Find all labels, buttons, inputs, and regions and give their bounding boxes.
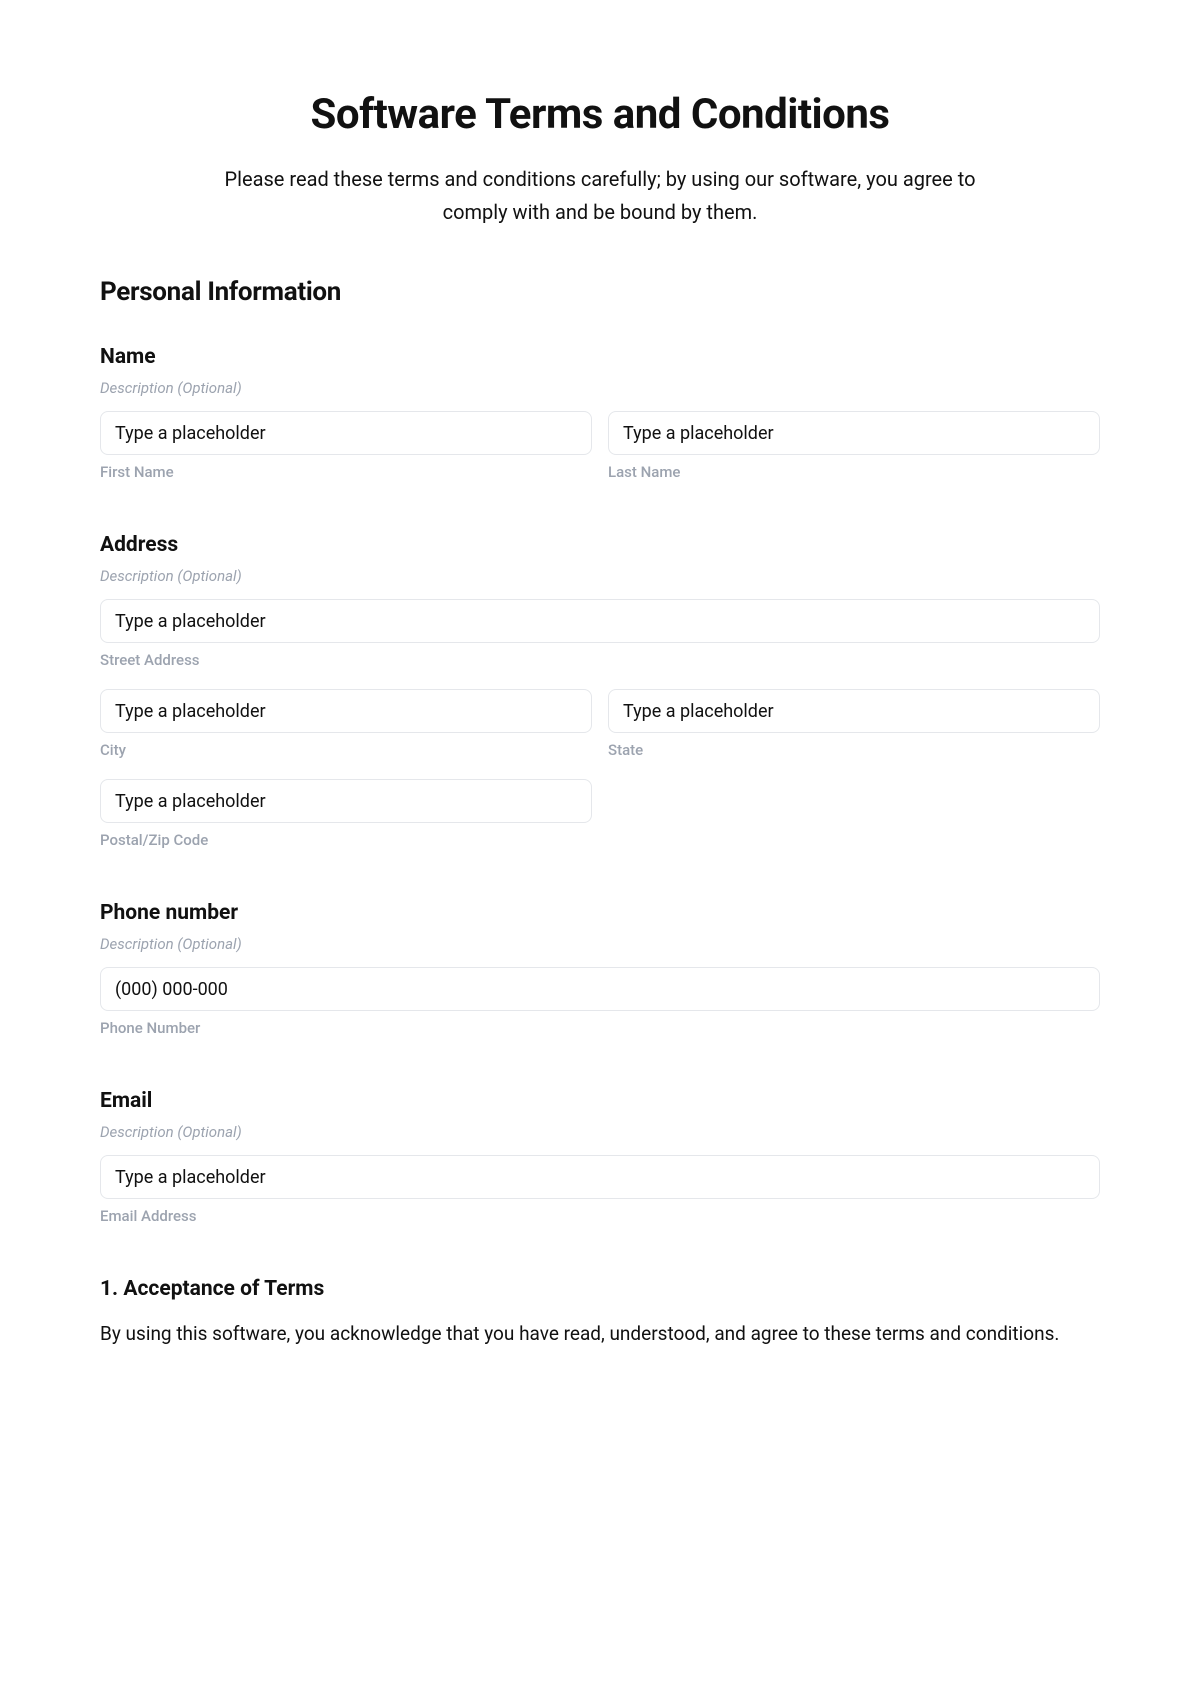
phone-number-sublabel: Phone Number [100, 1019, 1100, 1037]
email-address-input[interactable] [100, 1155, 1100, 1199]
name-label: Name [100, 345, 1100, 369]
last-name-sublabel: Last Name [608, 463, 1100, 481]
page-subtitle: Please read these terms and conditions c… [210, 163, 990, 229]
state-sublabel: State [608, 741, 1100, 759]
city-input[interactable] [100, 689, 592, 733]
address-label: Address [100, 533, 1100, 557]
terms-1-body: By using this software, you acknowledge … [100, 1319, 1100, 1348]
address-group: Address Description (Optional) Street Ad… [100, 533, 1100, 849]
street-address-sublabel: Street Address [100, 651, 1100, 669]
name-desc: Description (Optional) [100, 379, 1100, 397]
postal-code-input[interactable] [100, 779, 592, 823]
city-sublabel: City [100, 741, 592, 759]
phone-number-input[interactable] [100, 967, 1100, 1011]
address-desc: Description (Optional) [100, 567, 1100, 585]
first-name-input[interactable] [100, 411, 592, 455]
last-name-input[interactable] [608, 411, 1100, 455]
phone-group: Phone number Description (Optional) Phon… [100, 901, 1100, 1037]
first-name-sublabel: First Name [100, 463, 592, 481]
postal-code-sublabel: Postal/Zip Code [100, 831, 592, 849]
email-address-sublabel: Email Address [100, 1207, 1100, 1225]
page-title: Software Terms and Conditions [100, 90, 1100, 139]
phone-desc: Description (Optional) [100, 935, 1100, 953]
terms-section-1: 1. Acceptance of Terms By using this sof… [100, 1277, 1100, 1348]
phone-label: Phone number [100, 901, 1100, 925]
state-input[interactable] [608, 689, 1100, 733]
email-desc: Description (Optional) [100, 1123, 1100, 1141]
name-group: Name Description (Optional) First Name L… [100, 345, 1100, 481]
email-label: Email [100, 1089, 1100, 1113]
section-personal-info: Personal Information [100, 277, 1100, 307]
street-address-input[interactable] [100, 599, 1100, 643]
email-group: Email Description (Optional) Email Addre… [100, 1089, 1100, 1225]
terms-1-title: 1. Acceptance of Terms [100, 1277, 1100, 1301]
